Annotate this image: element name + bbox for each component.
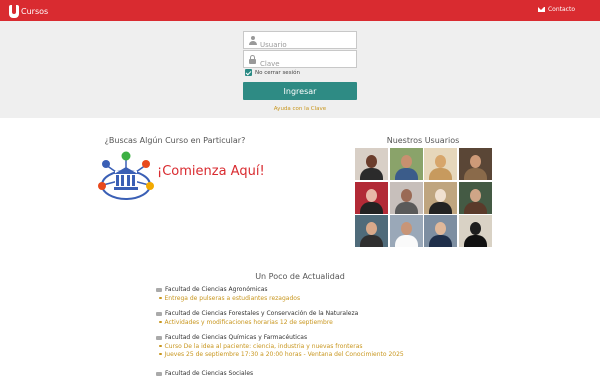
news-item[interactable]: Jueves 25 de septiembre 17:30 a 20:00 ho… — [156, 350, 456, 358]
contact-label: Contacto — [547, 6, 575, 13]
users-photo-grid — [355, 148, 492, 249]
news-group: Facultad de Ciencias Forestales y Conser… — [156, 309, 456, 326]
faculty-name: Facultad de Ciencias Químicas y Farmacéu… — [165, 334, 308, 341]
ucursos-logo[interactable]: Cursos — [9, 4, 48, 18]
folder-icon — [156, 287, 162, 292]
bullet-icon — [159, 320, 162, 324]
user-photo[interactable] — [389, 215, 423, 247]
user-photo[interactable] — [424, 148, 457, 180]
bullet-icon — [159, 352, 162, 356]
news-title: Un Poco de Actualidad — [255, 272, 345, 281]
password-field[interactable] — [243, 50, 357, 72]
lock-icon — [248, 55, 257, 64]
user-photo[interactable] — [424, 181, 457, 214]
faculty-name: Facultad de Ciencias Forestales y Conser… — [165, 310, 359, 317]
folder-icon — [156, 335, 162, 340]
news-group: Facultad de Ciencias Químicas y Farmacéu… — [156, 333, 456, 358]
news-link[interactable]: Entrega de pulseras a estudiantes rezaga… — [165, 295, 301, 302]
user-photo[interactable] — [389, 148, 423, 180]
bullet-icon — [159, 344, 162, 348]
user-photo[interactable] — [355, 181, 388, 214]
username-field[interactable] — [243, 31, 357, 53]
start-here-link[interactable]: ¡Comienza Aquí! — [157, 164, 265, 179]
user-photo[interactable] — [458, 181, 492, 214]
bullet-icon — [159, 296, 162, 300]
course-hub-icon[interactable] — [97, 149, 155, 207]
top-bar: Cursos Contacto — [0, 0, 600, 21]
faculty-name: Facultad de Ciencias Agronómicas — [165, 286, 268, 293]
user-photo[interactable] — [355, 215, 388, 247]
remember-checkbox[interactable] — [245, 69, 252, 76]
user-photo[interactable] — [458, 215, 492, 247]
search-course-title: ¿Buscas Algún Curso en Particular? — [104, 136, 246, 145]
users-title: Nuestros Usuarios — [386, 136, 460, 145]
faculty-heading-partial[interactable]: Facultad de Ciencias Sociales — [156, 370, 253, 377]
remember-label: No cerrar sesión — [255, 69, 300, 76]
login-button[interactable]: Ingresar — [243, 82, 357, 100]
contact-link[interactable]: Contacto — [537, 6, 575, 13]
news-item[interactable]: Actividades y modificaciones horarias 12… — [156, 318, 456, 326]
faculty-name: Facultad de Ciencias Sociales — [165, 370, 254, 377]
mail-icon — [537, 7, 545, 12]
faculty-heading[interactable]: Facultad de Ciencias Forestales y Conser… — [156, 309, 456, 318]
user-photo[interactable] — [458, 148, 492, 180]
user-icon — [248, 36, 257, 45]
user-photo[interactable] — [389, 181, 423, 214]
folder-icon — [156, 311, 162, 316]
user-photo[interactable] — [355, 148, 388, 180]
faculty-heading[interactable]: Facultad de Ciencias Agronómicas — [156, 285, 456, 294]
password-help-link[interactable]: Ayuda con la Clave — [0, 106, 600, 112]
news-item[interactable]: Entrega de pulseras a estudiantes rezaga… — [156, 294, 456, 302]
news-group: Facultad de Ciencias Agronómicas Entrega… — [156, 285, 456, 302]
news-link[interactable]: Actividades y modificaciones horarias 12… — [165, 319, 333, 326]
news-list: Facultad de Ciencias Agronómicas Entrega… — [156, 285, 456, 365]
logo-text: Cursos — [21, 6, 49, 16]
user-photo[interactable] — [424, 215, 457, 247]
news-link[interactable]: Curso De la idea al paciente: ciencia, i… — [165, 343, 363, 350]
u-logo-icon — [9, 4, 19, 18]
remember-session[interactable]: No cerrar sesión — [245, 69, 300, 76]
news-item[interactable]: Curso De la idea al paciente: ciencia, i… — [156, 342, 456, 350]
news-link[interactable]: Jueves 25 de septiembre 17:30 a 20:00 ho… — [165, 351, 404, 358]
faculty-heading[interactable]: Facultad de Ciencias Químicas y Farmacéu… — [156, 333, 456, 342]
